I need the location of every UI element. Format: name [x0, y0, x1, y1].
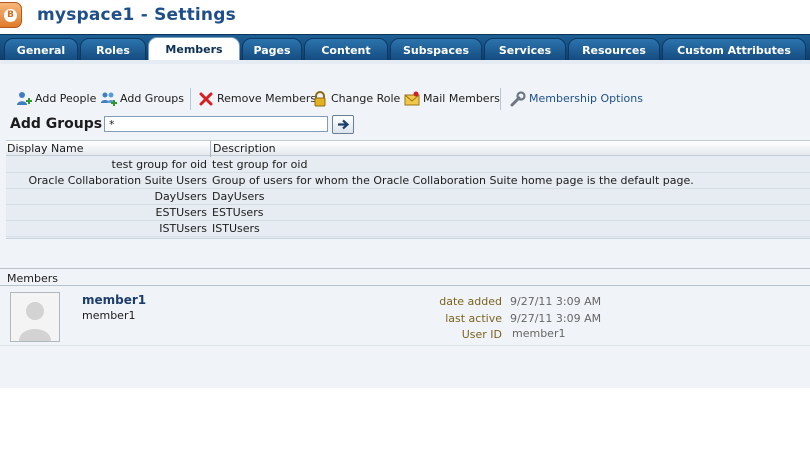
default-avatar-icon [11, 293, 59, 341]
row-display-name: ISTUsers [159, 222, 207, 235]
tab-custom-attributes[interactable]: Custom Attributes [662, 38, 806, 61]
search-go-button[interactable] [332, 115, 354, 134]
add-groups-button[interactable]: Add Groups [101, 90, 184, 108]
table-row[interactable]: DayUsers DayUsers [6, 189, 810, 205]
table-row[interactable]: ISTUsers ISTUsers [6, 221, 810, 237]
row-description: test group for oid [212, 158, 308, 171]
tab-strip: General Roles Members Pages Content Subs… [0, 34, 810, 61]
table-row[interactable]: Oracle Collaboration Suite Users Group o… [6, 173, 810, 189]
toolbar-separator [500, 88, 501, 110]
member-name-link[interactable]: member1 [82, 293, 146, 307]
members-section-header: Members [0, 268, 810, 286]
column-divider[interactable] [210, 141, 211, 157]
members-divider [0, 285, 810, 286]
tab-members[interactable]: Members [148, 37, 240, 61]
membership-options-link[interactable]: Membership Options [510, 90, 643, 108]
change-role-label: Change Role [331, 92, 401, 105]
add-people-button[interactable]: Add People [16, 90, 96, 108]
mail-members-button[interactable]: Mail Members [404, 90, 500, 108]
row-display-name: DayUsers [154, 190, 207, 203]
wrench-icon [510, 91, 526, 107]
user-id-value: member1 [512, 327, 566, 340]
row-display-name: ESTUsers [155, 206, 207, 219]
add-groups-search-input[interactable] [104, 116, 328, 132]
date-added-value: 9/27/11 3:09 AM [510, 295, 602, 308]
envelope-icon [404, 91, 420, 106]
groups-results-table: Display Name Description test group for … [6, 140, 810, 239]
row-description: ISTUsers [212, 222, 260, 235]
add-person-icon [17, 92, 32, 105]
tab-services[interactable]: Services [484, 38, 566, 61]
last-active-label: last active [445, 312, 502, 325]
members-section-label: Members [7, 272, 58, 285]
last-active-value: 9/27/11 3:09 AM [510, 312, 602, 325]
tab-content[interactable]: Content [304, 38, 388, 61]
add-group-icon [101, 92, 117, 106]
red-x-icon [199, 92, 213, 106]
user-id-label: User ID [461, 328, 502, 341]
remove-members-button[interactable]: Remove Members [198, 90, 316, 108]
add-groups-search-label: Add Groups [10, 116, 103, 132]
column-header-description[interactable]: Description [213, 142, 276, 155]
add-groups-label: Add Groups [120, 92, 185, 105]
change-role-button[interactable]: Change Role [312, 90, 400, 108]
remove-members-label: Remove Members [217, 92, 317, 105]
tab-general[interactable]: General [4, 38, 78, 61]
member-avatar[interactable] [10, 292, 60, 342]
row-display-name: Oracle Collaboration Suite Users [28, 174, 208, 187]
padlock-icon [314, 91, 326, 107]
column-header-display-name[interactable]: Display Name [7, 142, 84, 155]
app-logo-icon: B [0, 2, 22, 28]
row-description: DayUsers [212, 190, 265, 203]
tab-roles[interactable]: Roles [80, 38, 146, 61]
add-people-label: Add People [35, 92, 97, 105]
tab-subspaces[interactable]: Subspaces [390, 38, 482, 61]
member-username: member1 [82, 309, 136, 322]
tab-resources[interactable]: Resources [568, 38, 660, 61]
tab-pages[interactable]: Pages [242, 38, 302, 61]
row-description: Group of users for whom the Oracle Colla… [212, 174, 694, 187]
table-row[interactable]: ESTUsers ESTUsers [6, 205, 810, 221]
date-added-label: date added [439, 295, 502, 308]
title-bar: B myspace1 - Settings [0, 0, 810, 34]
row-display-name: test group for oid [111, 158, 207, 171]
page-title: myspace1 - Settings [37, 5, 236, 25]
table-header: Display Name Description [6, 140, 810, 157]
row-description: ESTUsers [212, 206, 264, 219]
mail-members-label: Mail Members [423, 92, 500, 105]
settings-window: B myspace1 - Settings General Roles Memb… [0, 0, 810, 450]
table-row[interactable]: test group for oid test group for oid [6, 157, 810, 173]
arrow-right-icon [338, 119, 350, 130]
members-panel: Add People Add Groups Remove Members Cha… [0, 60, 810, 388]
member-row-divider [0, 345, 810, 346]
toolbar-separator [190, 88, 191, 110]
membership-options-label: Membership Options [529, 92, 643, 105]
